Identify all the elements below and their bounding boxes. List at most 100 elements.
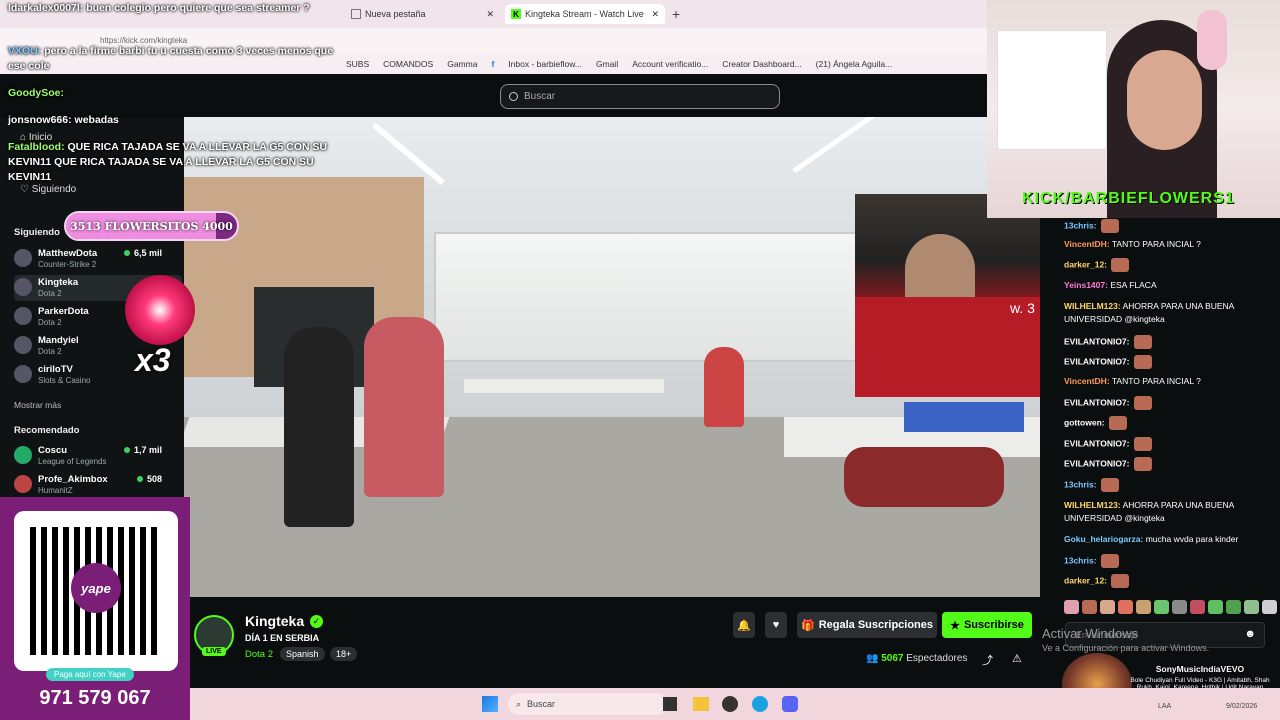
emote-icon bbox=[1100, 478, 1119, 492]
bunny-ear-icon bbox=[1197, 10, 1227, 70]
edge-icon[interactable] bbox=[752, 696, 768, 712]
channel-name[interactable]: Kingteka bbox=[245, 613, 304, 629]
tab-label: Kingteka Stream - Watch Live bbox=[525, 9, 644, 19]
tag-language[interactable]: Spanish bbox=[280, 647, 325, 661]
emote-icon[interactable] bbox=[1118, 600, 1133, 614]
chat-username[interactable]: WILHELM123: bbox=[1064, 301, 1121, 311]
sidebar-item-profe-akimbox[interactable]: Profe_Akimbox HumanitZ 508 bbox=[14, 472, 182, 498]
new-tab-icon[interactable]: + bbox=[672, 6, 680, 22]
language-indicator[interactable]: LAA bbox=[1158, 703, 1171, 710]
emote-icon[interactable] bbox=[1226, 600, 1241, 614]
close-icon[interactable]: ✕ bbox=[651, 9, 659, 20]
chat-message: WILHELM123: AHORRA PARA UNA BUENA UNIVER… bbox=[1064, 300, 1274, 326]
chat-username[interactable]: VincentDH: bbox=[1064, 239, 1110, 249]
bookmark-facebook[interactable]: f bbox=[491, 59, 494, 69]
overlay-chat: ldarkalex0007l: buen colegio pero quiere… bbox=[0, 0, 345, 190]
chat-username[interactable]: EVILANTONIO7: bbox=[1064, 458, 1130, 468]
app-icon[interactable] bbox=[722, 696, 738, 712]
streamer-face bbox=[1127, 50, 1202, 150]
chat-message: VincentDH: TANTO PARA INCIAL ? bbox=[1064, 375, 1274, 388]
category-link[interactable]: Dota 2 bbox=[245, 649, 273, 660]
chat-username[interactable]: EVILANTONIO7: bbox=[1064, 438, 1130, 448]
goal-bar: 3513 FLOWERSITOS 4000 bbox=[64, 211, 239, 241]
chat-username[interactable]: 13chris: bbox=[1064, 220, 1097, 230]
chat-username[interactable]: darker_12: bbox=[1064, 259, 1107, 269]
emote-icon[interactable] bbox=[1172, 600, 1187, 614]
chat-username[interactable]: Goku_helariogarza: bbox=[1064, 534, 1143, 544]
tab-kingteka[interactable]: K Kingteka Stream - Watch Live ✕ bbox=[505, 4, 665, 24]
chat-username[interactable]: gottowen: bbox=[1064, 417, 1105, 427]
discord-icon[interactable] bbox=[782, 696, 798, 712]
emote-icon bbox=[1133, 335, 1152, 349]
subscribe-button[interactable]: ★ Suscribirse bbox=[942, 612, 1032, 638]
clock-date[interactable]: 9/02/2026 bbox=[1226, 703, 1257, 710]
streamer-figure bbox=[905, 234, 975, 304]
chat-message: Yeins1407: ESA FLACA bbox=[1064, 279, 1274, 292]
bookmark-comandos[interactable]: COMANDOS bbox=[383, 59, 433, 69]
avatar bbox=[14, 446, 32, 464]
chat-message: darker_12: bbox=[1064, 258, 1274, 272]
emote-icon[interactable] bbox=[1190, 600, 1205, 614]
bookmark-inbox[interactable]: Inbox - barbieflow... bbox=[508, 59, 582, 69]
chat-username[interactable]: EVILANTONIO7: bbox=[1064, 397, 1130, 407]
chat-username[interactable]: VincentDH: bbox=[1064, 376, 1110, 386]
windows-start-icon[interactable] bbox=[482, 696, 498, 712]
emote-icon[interactable] bbox=[1082, 600, 1097, 614]
emote-icon[interactable] bbox=[1262, 600, 1277, 614]
chat-username[interactable]: 13chris: bbox=[1064, 555, 1097, 565]
chat-message: gottowen: bbox=[1064, 416, 1274, 430]
bookmark-account[interactable]: Account verificatio... bbox=[632, 59, 708, 69]
live-badge: LIVE bbox=[202, 647, 226, 656]
chat-username[interactable]: darker_12: bbox=[1064, 575, 1107, 585]
multiplier-label: x3 bbox=[135, 342, 171, 378]
emote-icon[interactable] bbox=[1064, 600, 1079, 614]
chat-username[interactable]: EVILANTONIO7: bbox=[1064, 336, 1130, 346]
bookmark-gamma[interactable]: Gamma bbox=[447, 59, 477, 69]
chat-message: EVILANTONIO7: bbox=[1064, 396, 1274, 410]
tab-nueva-pestana[interactable]: Nueva pestaña ✕ bbox=[345, 4, 500, 24]
emote-icon[interactable] bbox=[1136, 600, 1151, 614]
emote-icon[interactable] bbox=[1244, 600, 1259, 614]
task-view-icon[interactable] bbox=[663, 697, 677, 711]
chat-message: 13chris: bbox=[1064, 478, 1274, 492]
overlay-message: ldarkalex0007l: buen colegio pero quiere… bbox=[8, 2, 310, 14]
goal-label: 3513 FLOWERSITOS 4000 bbox=[70, 220, 233, 233]
emote-icon[interactable] bbox=[1154, 600, 1169, 614]
chat-username[interactable]: 13chris: bbox=[1064, 479, 1097, 489]
tag-age[interactable]: 18+ bbox=[330, 647, 358, 661]
emote-icon bbox=[1133, 457, 1152, 471]
chat-username[interactable]: WILHELM123: bbox=[1064, 500, 1121, 510]
emote-icon[interactable] bbox=[1100, 600, 1115, 614]
avatar bbox=[14, 249, 32, 267]
chat-username[interactable]: EVILANTONIO7: bbox=[1064, 356, 1130, 366]
close-icon[interactable]: ✕ bbox=[486, 9, 494, 20]
sidebar-item-coscu[interactable]: Coscu League of Legends 1,7 mil bbox=[14, 443, 182, 469]
emoji-icon[interactable]: ☻ bbox=[1244, 628, 1256, 640]
heart-multiplier-icon bbox=[125, 275, 195, 345]
bookmark-gmail[interactable]: Gmail bbox=[596, 59, 618, 69]
sidebar-item-matthewdota[interactable]: MatthewDota Counter-Strike 2 6,5 mil bbox=[14, 246, 182, 272]
chat-message: darker_12: bbox=[1064, 574, 1274, 588]
phone-number: 971 579 067 bbox=[39, 687, 151, 709]
show-more-link[interactable]: Mostrar más bbox=[14, 400, 61, 410]
chat-message: EVILANTONIO7: bbox=[1064, 335, 1274, 349]
ceiling-light bbox=[792, 117, 886, 174]
search-input[interactable]: Buscar bbox=[500, 84, 780, 109]
chat-username[interactable]: Yeins1407: bbox=[1064, 280, 1108, 290]
heart-icon[interactable]: ♥ bbox=[765, 612, 787, 638]
users-icon: 👥 bbox=[866, 653, 879, 664]
overlay-message: VXOU: pero a la firme barbi tu u cuesta … bbox=[8, 45, 334, 72]
taskbar-search[interactable]: ⌕ Buscar bbox=[508, 693, 668, 715]
gift-subs-button[interactable]: 🎁 Regala Suscripciones bbox=[797, 612, 937, 638]
emote-icon[interactable] bbox=[1208, 600, 1223, 614]
report-icon[interactable]: ⚠ bbox=[1012, 652, 1022, 665]
bookmark-youtube[interactable]: (21) Ángela Aguila... bbox=[816, 59, 893, 69]
bookmark-subs[interactable]: SUBS bbox=[346, 59, 369, 69]
viewer-count: 👥 5067 Espectadores bbox=[866, 653, 968, 664]
emote-icon bbox=[1111, 258, 1130, 272]
file-explorer-icon[interactable] bbox=[693, 697, 709, 711]
share-icon[interactable]: ⤴ bbox=[982, 652, 993, 668]
bell-icon[interactable]: 🔔 bbox=[733, 612, 755, 638]
table bbox=[464, 379, 664, 393]
bookmark-creator[interactable]: Creator Dashboard... bbox=[722, 59, 801, 69]
